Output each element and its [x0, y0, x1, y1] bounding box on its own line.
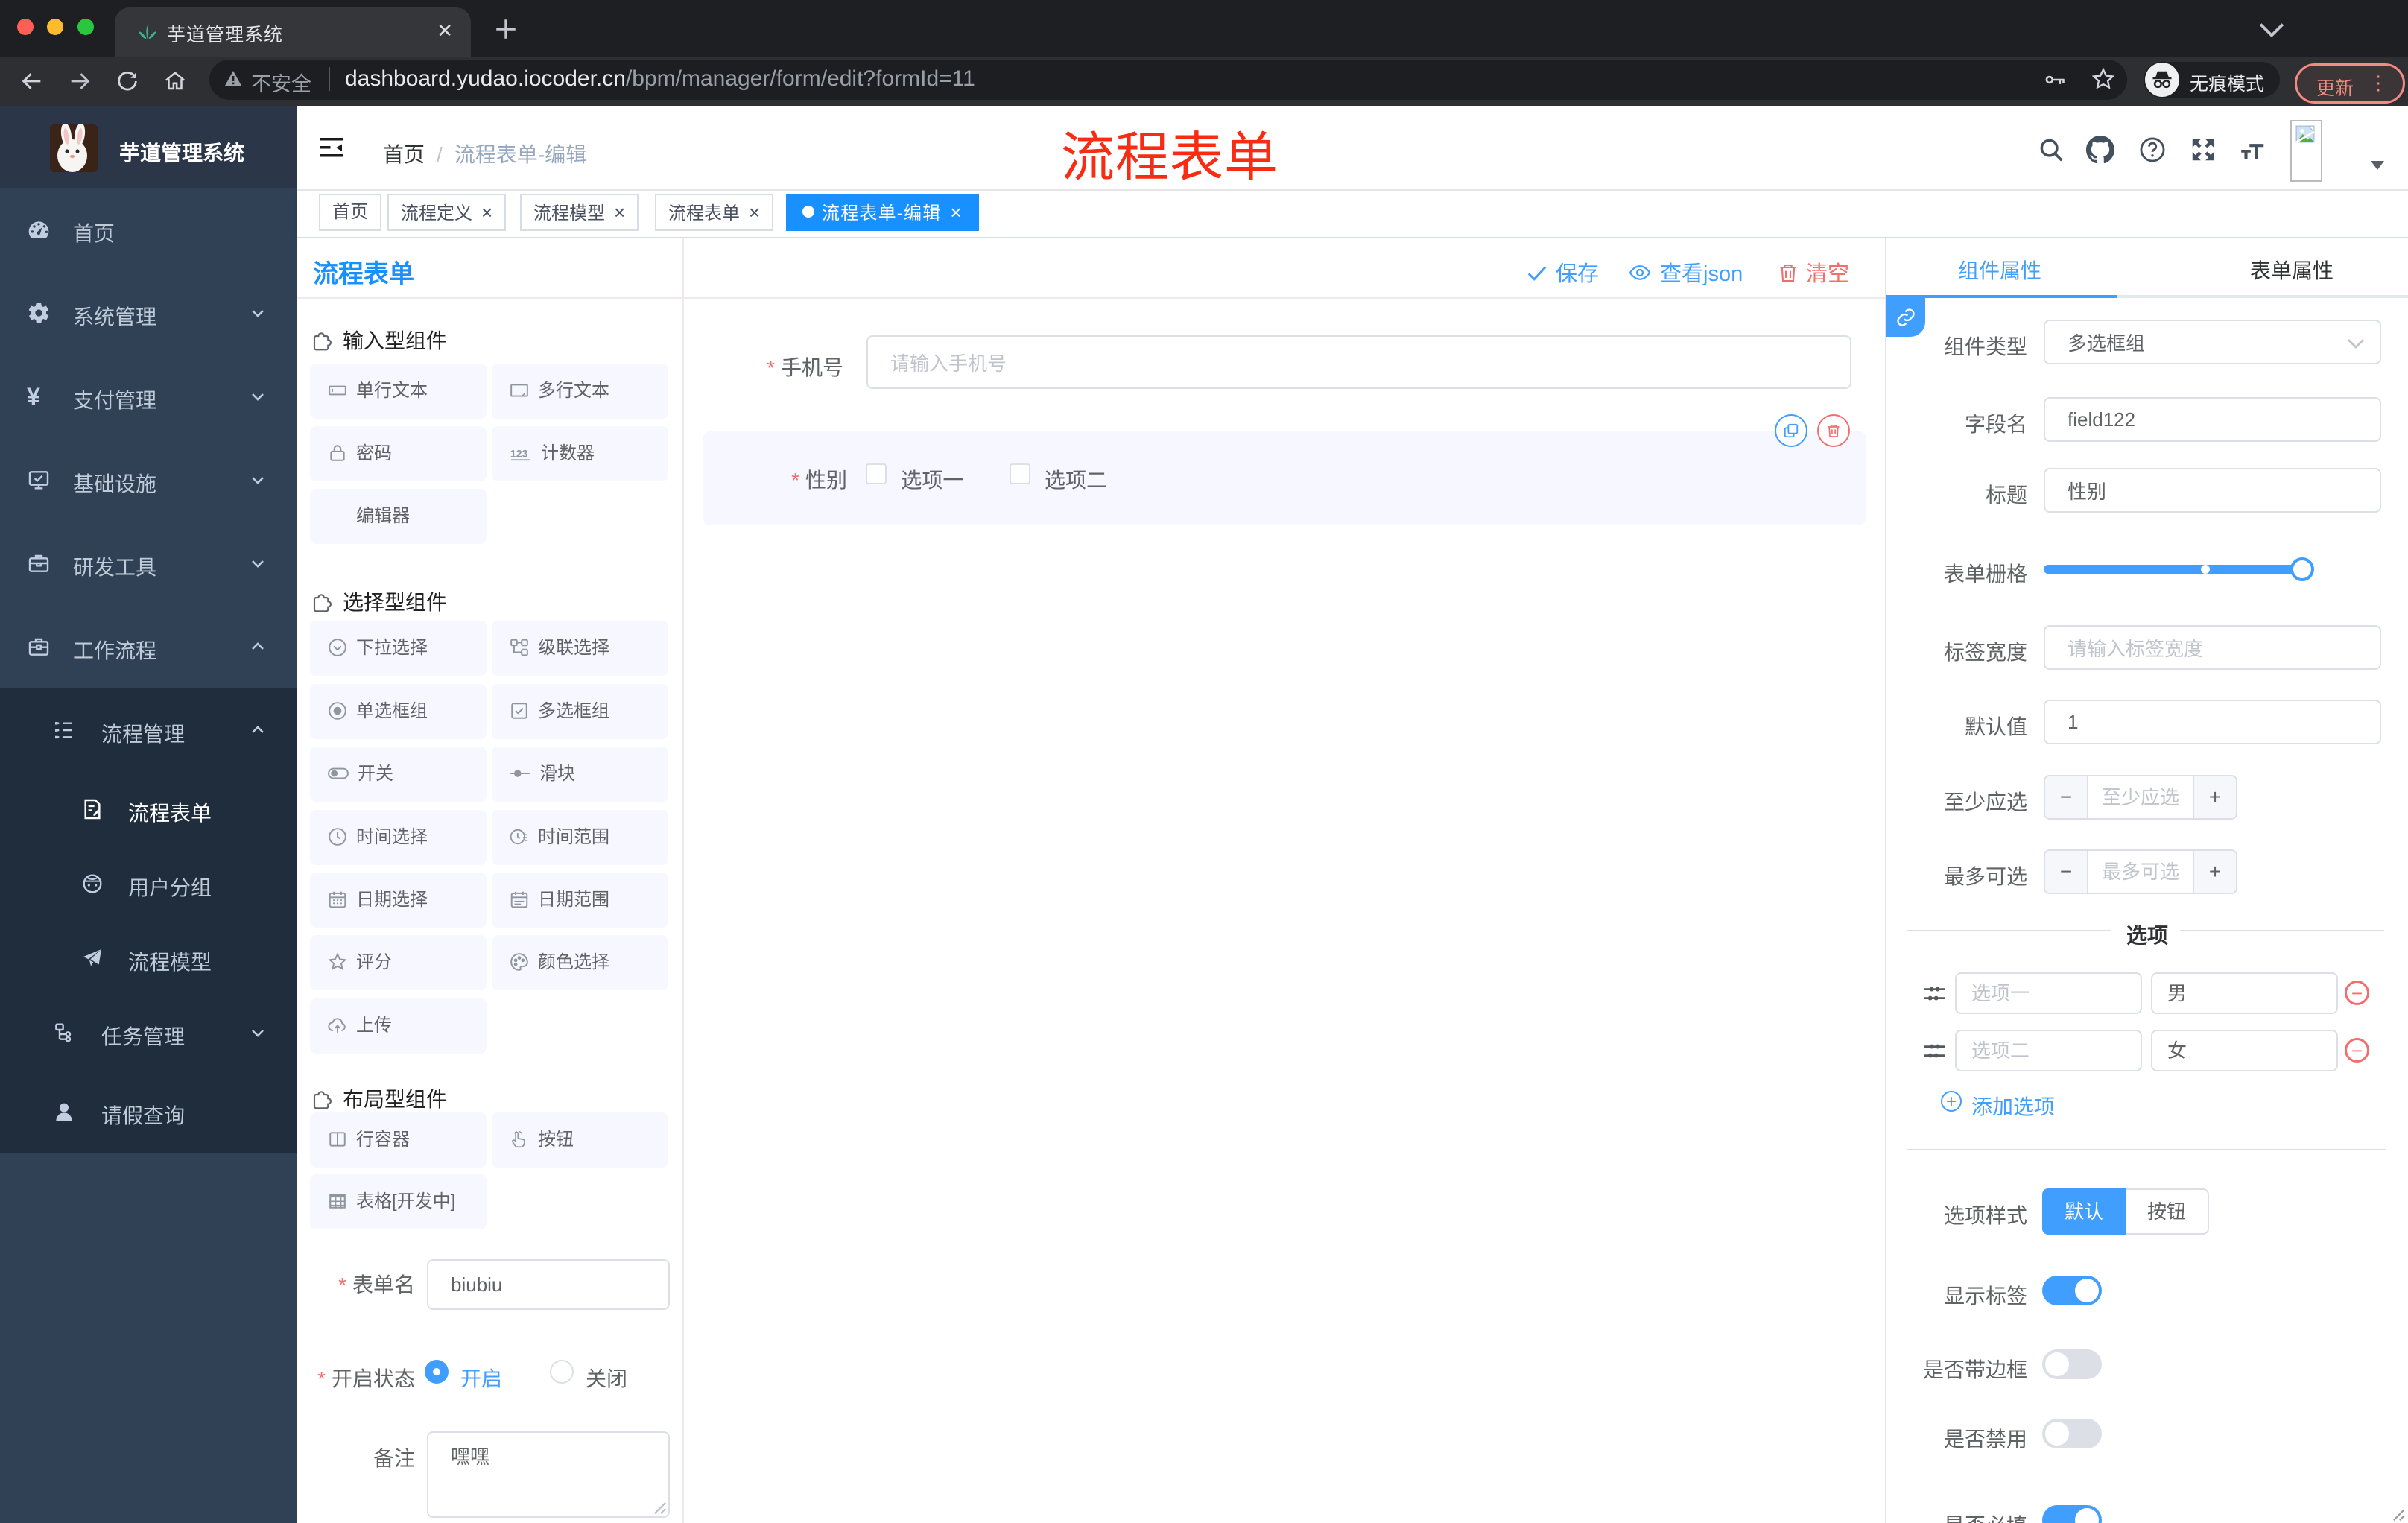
svg-text:123: 123 [510, 447, 528, 459]
